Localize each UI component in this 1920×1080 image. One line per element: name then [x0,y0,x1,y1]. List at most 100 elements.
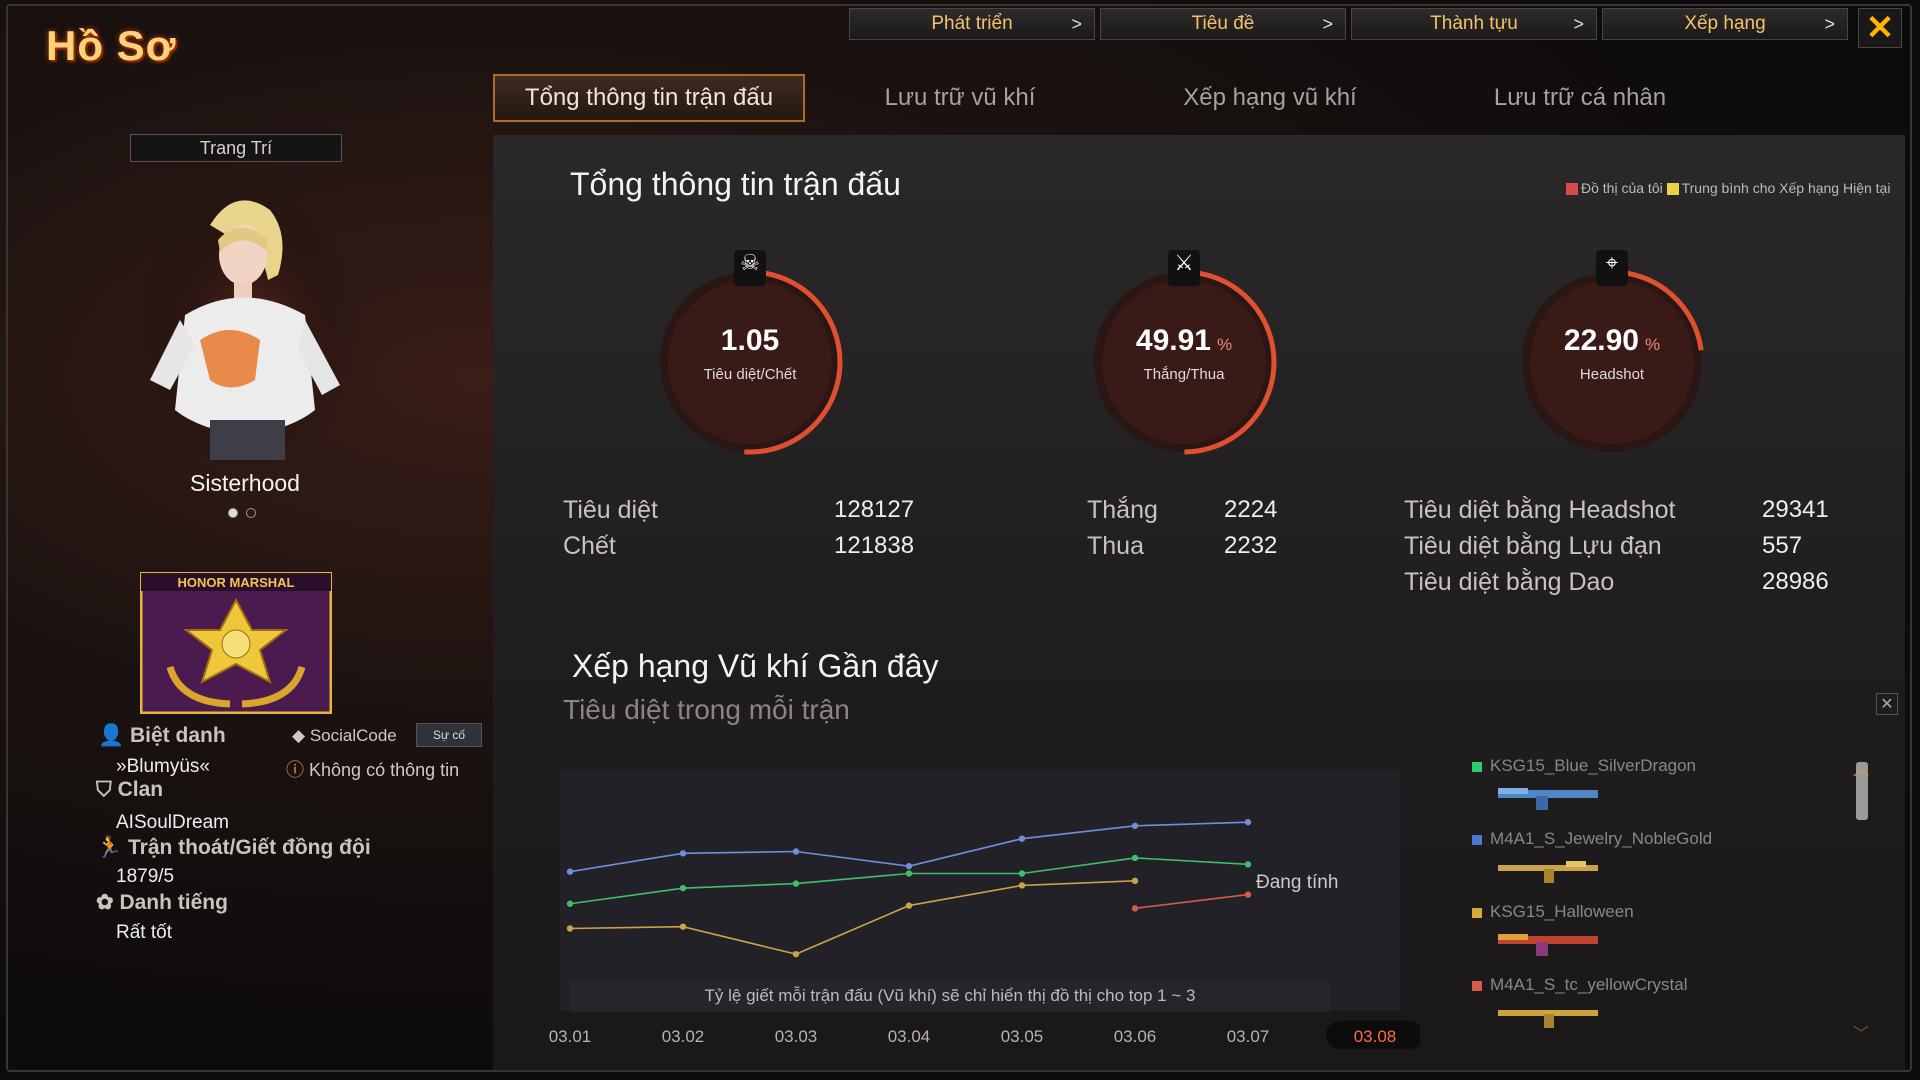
data-point[interactable] [1131,854,1139,862]
weapon-item-4[interactable]: M4A1_S_tc_yellowCrystal [1472,975,1687,995]
data-point[interactable] [679,923,687,930]
running-icon: 🏃 [96,836,123,859]
data-point[interactable] [905,902,913,909]
nav-titles[interactable]: Tiêu đề > [1100,8,1346,40]
chevron-right-icon: > [1573,14,1584,34]
weapon-item-3[interactable]: KSG15_Halloween [1472,902,1634,922]
x-tick-label[interactable]: 03.03 [775,1027,818,1046]
chart-close-button[interactable]: ✕ [1876,693,1898,715]
grenade-kills-label: Tiêu diệt bằng Lựu đạn [1404,532,1662,560]
weapon-name: M4A1_S_tc_yellowCrystal [1490,975,1688,994]
data-point[interactable] [679,850,687,857]
deaths-value: 121838 [834,532,915,559]
skull-icon: ☠ [734,250,766,286]
x-tick-label[interactable]: 03.02 [662,1027,705,1046]
data-point[interactable] [1244,818,1252,826]
hs-gauge: ⌖ 22.90% Headshot [1512,250,1712,462]
weapon-color-swatch [1472,907,1482,918]
weapon-item-1[interactable]: KSG15_Blue_SilverDragon [1472,756,1696,776]
decor-button[interactable]: Trang Trí [130,134,342,162]
data-point[interactable] [792,848,800,855]
socialcode-value-row: ⓘ Không có thông tin [286,756,459,782]
report-button[interactable]: Sự cố [416,723,482,747]
close-button[interactable]: ✕ [1858,8,1902,48]
losses-label: Thua [1087,532,1144,560]
rifle-icon [1498,1010,1598,1028]
tab-match-summary[interactable]: Tổng thông tin trận đấu [493,74,805,122]
nav-achievements[interactable]: Thành tựu > [1351,8,1597,40]
nav-label: Thành tựu [1430,13,1518,34]
x-tick-label[interactable]: 03.04 [888,1027,931,1046]
data-point[interactable] [792,880,800,887]
nav-ranking[interactable]: Xếp hạng > [1602,8,1848,40]
section-title: Tổng thông tin trận đấu [570,166,901,202]
scroll-down-icon[interactable]: ﹀ [1853,1020,1869,1044]
nav-development[interactable]: Phát triển > [849,8,1095,40]
x-tick-label[interactable]: 03.01 [549,1027,592,1046]
data-point[interactable] [905,870,913,877]
data-point[interactable] [566,925,574,932]
tab-weapon-storage[interactable]: Lưu trữ vũ khí [830,74,1090,122]
data-point[interactable] [1244,861,1252,868]
data-point[interactable] [1131,905,1139,912]
data-point[interactable] [1018,835,1026,842]
hs-unit: % [1644,335,1661,354]
wl-gauge-ring [1091,269,1277,455]
legend-swatch-avg [1666,183,1679,196]
weapon-name: KSG15_Halloween [1490,902,1634,921]
nickname-row: 👤 Biệt danh [98,724,226,748]
weapon-name: M4A1_S_Jewelry_NobleGold [1490,829,1713,848]
shotgun-icon [1498,788,1598,810]
weapon-color-swatch [1472,761,1482,772]
chart-legend: Đồ thị của tôi Trung bình cho Xếp hạng H… [1566,180,1896,197]
data-point[interactable] [905,862,913,870]
profile-window: { "window": {"title": "Hồ Sơ", "close_ic… [0,0,1920,1080]
socialcode-label: SocialCode [309,726,397,745]
scroll-up-icon[interactable]: ︿ [1853,756,1869,780]
character-portrait [140,190,365,470]
x-tick-label[interactable]: 03.05 [1001,1027,1044,1046]
deaths-label: Chết [563,532,616,560]
legend-mine: Đồ thị của tôi [1581,180,1663,196]
wl-label: Thắng/Thua [1143,366,1225,383]
legend-avg: Trung bình cho Xếp hạng Hiện tại [1681,180,1891,196]
reputation-value: Rất tốt [116,922,172,943]
wins-label: Thắng [1087,496,1158,524]
kd-number: 1.05 [720,324,780,357]
wins-value: 2224 [1224,496,1278,523]
carousel-dot[interactable] [246,508,256,518]
nav-label: Tiêu đề [1191,13,1255,34]
grenade-kills-value: 557 [1762,532,1803,559]
carousel-dot-active[interactable] [228,508,238,518]
rank-badge: HONOR MARSHAL [140,572,332,714]
socialcode-row: ◆ SocialCode [292,726,397,746]
hs-value: 22.90% [1512,324,1712,358]
weapon-color-swatch [1472,834,1482,845]
data-point[interactable] [1018,870,1026,877]
reputation-label: Danh tiếng [119,891,228,914]
data-point[interactable] [1131,877,1139,885]
kills-value: 128127 [834,496,915,523]
wl-gauge: ⚔ 49.91% Thắng/Thua [1084,250,1284,462]
tab-personal-storage[interactable]: Lưu trữ cá nhân [1450,74,1710,122]
weapon-item-2[interactable]: M4A1_S_Jewelry_NobleGold [1472,829,1712,849]
data-point[interactable] [792,950,800,958]
nav-label: Phát triển [931,13,1013,34]
legend-swatch-mine [1566,183,1578,196]
data-point[interactable] [1244,891,1252,898]
clan-row: ⛉ Clan [96,778,163,802]
x-tick-label[interactable]: 03.06 [1114,1027,1157,1046]
data-point[interactable] [1131,822,1139,830]
x-tick-label[interactable]: 03.08 [1354,1027,1397,1046]
rank-badge-text: HONOR MARSHAL [178,575,295,590]
tab-weapon-ranking[interactable]: Xếp hạng vũ khí [1140,74,1400,122]
x-tick-label[interactable]: 03.07 [1227,1027,1270,1046]
hs-number: 22.90 [1563,324,1639,357]
data-point[interactable] [1018,882,1026,889]
data-point[interactable] [566,900,574,907]
data-point[interactable] [566,868,574,875]
knife-kills-label: Tiêu diệt bằng Dao [1404,568,1615,596]
kills-label: Tiêu diệt [563,496,658,524]
data-point[interactable] [679,884,687,892]
question-icon: ⓘ [286,760,304,780]
